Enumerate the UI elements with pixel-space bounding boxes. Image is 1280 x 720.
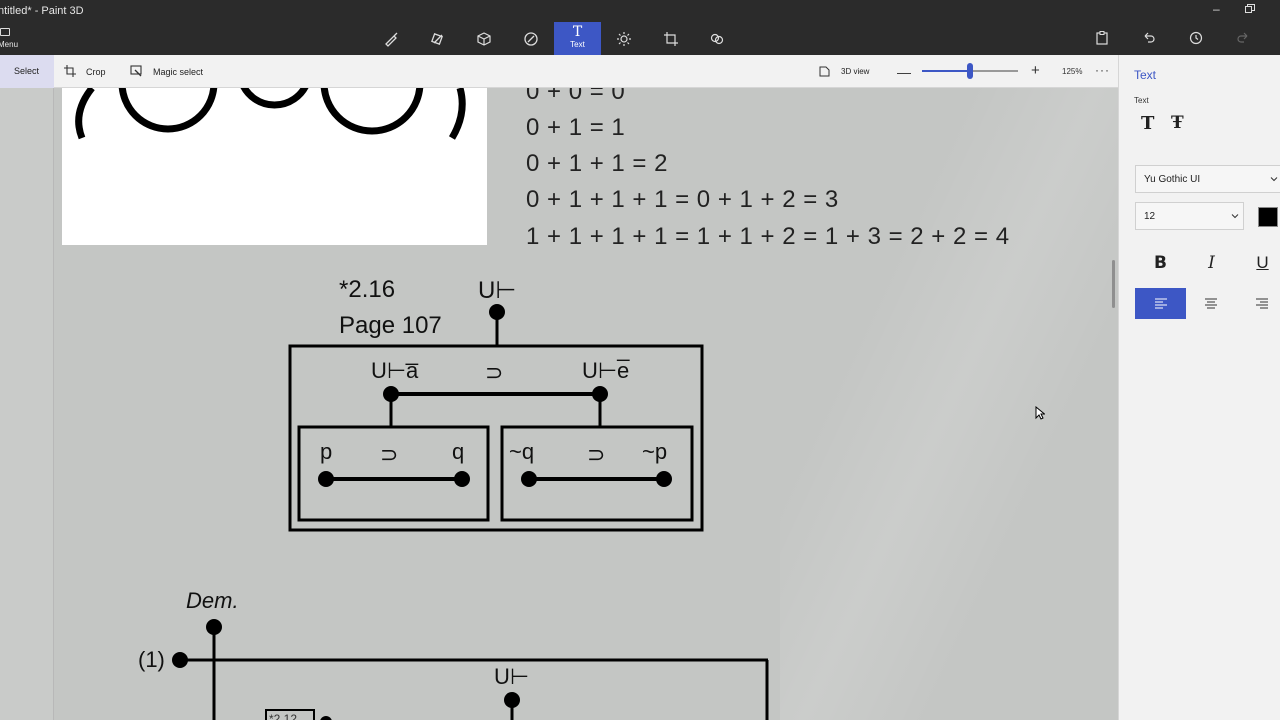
dem-label: Dem.	[186, 588, 239, 613]
align-center-icon	[1205, 298, 1217, 309]
shapes-2d-icon[interactable]	[429, 30, 447, 48]
folder-icon	[0, 28, 10, 36]
align-center-button[interactable]	[1186, 288, 1237, 319]
font-size-select[interactable]: 12	[1135, 202, 1244, 230]
chevron-down-icon	[1231, 214, 1239, 219]
zoom-slider-thumb[interactable]	[967, 63, 973, 79]
inner-left-turnstile: U⊢a̅	[371, 358, 419, 383]
select-button[interactable]: Select	[0, 55, 54, 88]
text-tool-label: Text	[570, 40, 585, 49]
undo-icon[interactable]	[1141, 30, 1157, 46]
text-t-icon: T	[572, 24, 583, 40]
select-label: Select	[14, 66, 40, 76]
step-label: (1)	[138, 647, 165, 672]
box2-right-var: ~p	[642, 439, 668, 464]
logic-diagram	[172, 304, 769, 720]
restore-button[interactable]	[1245, 4, 1255, 13]
text-2d-icon[interactable]: T	[1141, 113, 1154, 134]
box2-left-var: ~q	[509, 439, 535, 464]
sun-icon[interactable]	[615, 30, 633, 48]
inner-right-turnstile: U⊢e̅	[582, 358, 630, 383]
magic-select-icon	[130, 65, 142, 77]
implies-symbol: ⊃	[485, 360, 504, 385]
title-bar: ntitled* - Paint 3D Menu T Text –	[0, 0, 1280, 55]
view-3d-label: 3D view	[841, 67, 870, 76]
zoom-in-button[interactable]: +	[1031, 62, 1040, 79]
paste-icon[interactable]	[1094, 30, 1110, 46]
panel-subtitle: Text	[1134, 96, 1149, 105]
redo-icon[interactable]	[1235, 30, 1251, 46]
more-options-icon[interactable]: ···	[1095, 63, 1110, 77]
chevron-down-icon	[1270, 177, 1278, 182]
zoom-value: 125%	[1062, 67, 1083, 76]
text-tool-button[interactable]: T Text	[554, 22, 601, 55]
mouse-cursor-icon	[1035, 406, 1045, 420]
magic-select-button[interactable]: Magic select	[130, 55, 220, 88]
menu-label: Menu	[0, 40, 19, 49]
bold-button[interactable]: B	[1135, 246, 1186, 280]
brush-icon[interactable]	[382, 30, 400, 48]
text-color-swatch[interactable]	[1258, 207, 1278, 227]
window-title: ntitled* - Paint 3D	[0, 5, 84, 17]
align-left-icon	[1155, 298, 1167, 309]
font-family-value: Yu Gothic UI	[1144, 174, 1201, 185]
box1-implies: ⊃	[380, 442, 399, 467]
zoom-slider-fill	[922, 70, 970, 72]
zoom-out-button[interactable]: —	[897, 64, 911, 80]
turnstile-label-bottom: U⊢	[494, 664, 530, 689]
text-3d-icon[interactable]: Ŧ	[1171, 113, 1184, 133]
history-icon[interactable]	[1188, 30, 1204, 46]
box2-implies: ⊃	[587, 442, 606, 467]
font-size-value: 12	[1144, 211, 1156, 222]
font-family-select[interactable]: Yu Gothic UI	[1135, 165, 1280, 193]
small-reference: *2.12	[269, 712, 298, 720]
minimize-button[interactable]: –	[1213, 2, 1220, 16]
align-right-button[interactable]	[1237, 288, 1280, 319]
text-properties-panel: Text Text T Ŧ Yu Gothic UI 12 B I U	[1118, 55, 1280, 720]
panel-title: Text	[1134, 68, 1157, 82]
cube-icon[interactable]	[475, 30, 493, 48]
italic-button[interactable]: I	[1186, 246, 1237, 280]
box1-right-var: q	[452, 439, 465, 464]
underline-button[interactable]: U	[1237, 246, 1280, 280]
vertical-scrollbar[interactable]	[1112, 260, 1115, 308]
crop-icon	[64, 65, 76, 77]
canvas-crop-icon[interactable]	[662, 30, 680, 48]
crop-label: Crop	[86, 67, 106, 77]
crop-button[interactable]: Crop	[64, 55, 124, 88]
menu-button[interactable]: Menu	[0, 26, 22, 52]
magic-select-label: Magic select	[153, 67, 204, 77]
sticker-icon[interactable]	[522, 30, 540, 48]
align-right-icon	[1256, 298, 1268, 309]
view-3d-icon	[819, 66, 830, 77]
library-icon[interactable]	[708, 30, 726, 48]
align-left-button[interactable]	[1135, 288, 1186, 319]
canvas-area[interactable]: 0 + 0 = 0 0 + 1 = 1 0 + 1 + 1 = 2 0 + 1 …	[0, 88, 1118, 720]
box1-left-var: p	[320, 439, 333, 464]
